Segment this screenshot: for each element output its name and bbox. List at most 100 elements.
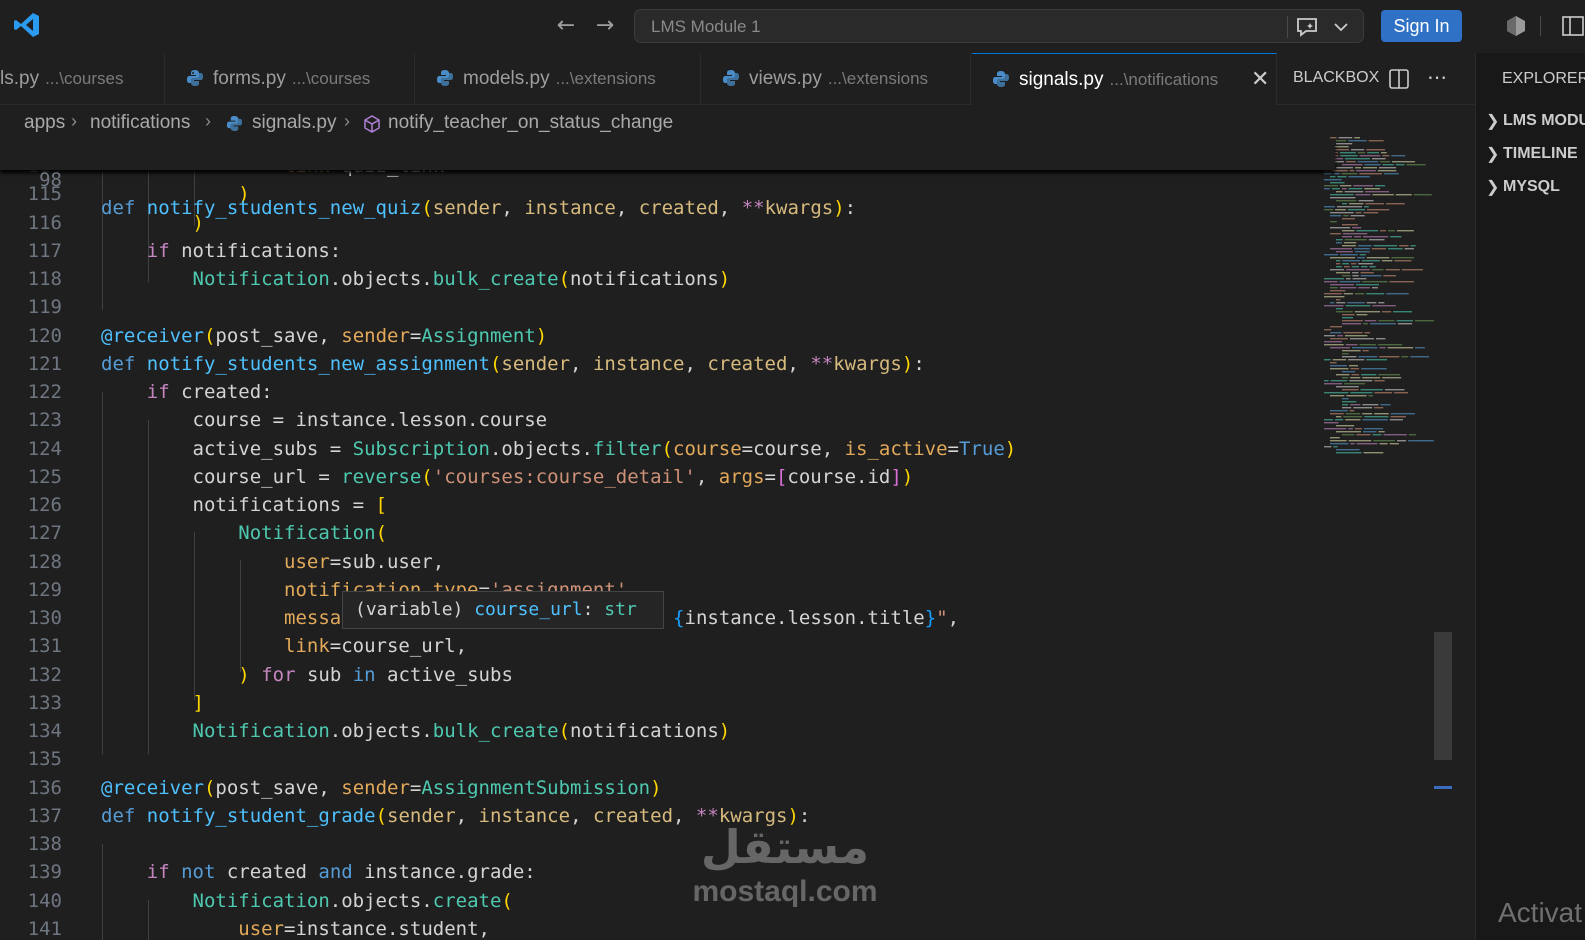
scrollbar-thumb[interactable] [1434, 632, 1452, 760]
minimap-line [1382, 155, 1390, 157]
chevron-down-icon[interactable] [1329, 16, 1353, 38]
minimap-line [1401, 356, 1409, 358]
minimap-line [1330, 443, 1349, 445]
minimap-line [1336, 191, 1343, 193]
watermark-latin: mostaql.com [692, 875, 878, 908]
minimap-line [1324, 293, 1342, 295]
minimap[interactable] [1320, 135, 1440, 465]
tab-path: ...\courses [291, 69, 371, 88]
line-number: 140 [27, 889, 62, 912]
tab-views-py[interactable]: views.py ...\extensions [702, 53, 971, 105]
minimap-line [1330, 257, 1356, 259]
extension-cube-icon[interactable] [1504, 14, 1528, 38]
minimap-line [1352, 272, 1359, 274]
code-line: 131 link=course_url, [0, 632, 1340, 660]
minimap-line [1367, 209, 1390, 211]
minimap-line [1343, 332, 1363, 334]
minimap-line [1390, 236, 1402, 238]
watermark-arabic: مستقل [700, 820, 870, 874]
breadcrumb-item-notifications[interactable]: notifications [90, 112, 190, 134]
minimap-line [1347, 302, 1365, 304]
tab-forms-py[interactable]: forms.py ...\courses [166, 53, 415, 105]
back-arrow-icon[interactable]: ← [554, 14, 578, 38]
minimap-line [1337, 335, 1343, 337]
minimap-line [1344, 191, 1364, 193]
minimap-line [1347, 209, 1366, 211]
minimap-line [1378, 344, 1403, 346]
minimap-line [1373, 245, 1398, 247]
titlebar-divider [1540, 16, 1541, 36]
hover-tooltip: (variable) course_url: str [342, 591, 664, 629]
command-center-search[interactable]: LMS Module 1 [634, 9, 1364, 43]
minimap-line [1413, 194, 1432, 196]
minimap-line [1340, 155, 1358, 157]
code-text: Notification.objects.bulk_create(notific… [192, 720, 731, 742]
copilot-chat-icon[interactable] [1295, 16, 1319, 38]
minimap-line [1342, 353, 1349, 355]
minimap-line [1386, 293, 1409, 295]
minimap-line [1349, 338, 1374, 340]
tab-models-py[interactable]: models.py ...\extensions [416, 53, 701, 105]
minimap-line [1324, 209, 1334, 211]
layout-toggle-icon[interactable] [1561, 14, 1585, 38]
explorer-section-mysql[interactable]: ❯ MYSQL [1476, 171, 1585, 203]
sign-in-button[interactable]: Sign In [1381, 10, 1462, 42]
tab-urls-py[interactable]: ls.py ...\courses [0, 53, 165, 105]
minimap-line [1378, 374, 1400, 376]
minimap-line [1392, 161, 1415, 163]
close-tab-icon[interactable]: ✕ [1251, 66, 1269, 92]
minimap-line [1324, 344, 1344, 346]
breadcrumb-chevron-icon: › [344, 111, 350, 131]
more-actions-icon[interactable]: ⋯ [1425, 67, 1449, 91]
minimap-line [1324, 335, 1336, 337]
chevron-right-icon: ❯ [1486, 179, 1500, 196]
explorer-section-lms-module[interactable]: ❯ LMS MODU [1476, 105, 1585, 137]
forward-arrow-icon[interactable]: → [593, 14, 617, 38]
minimap-line [1342, 404, 1349, 406]
line-number: 118 [27, 268, 62, 290]
breadcrumb-item-apps[interactable]: apps [24, 112, 65, 134]
minimap-line [1330, 284, 1354, 286]
minimap-line [1397, 440, 1407, 442]
breadcrumb-item-file[interactable]: signals.py [252, 112, 337, 134]
minimap-line [1372, 434, 1382, 436]
line-number: 124 [27, 437, 62, 460]
tab-signals-py[interactable]: signals.py ...\notifications ✕ [972, 53, 1277, 105]
minimap-line [1385, 203, 1405, 205]
minimap-line [1383, 173, 1399, 175]
tab-filename: views.py [749, 68, 822, 89]
minimap-line [1342, 263, 1349, 265]
sticky-scroll-header[interactable]: 98 def notify_students_new_quiz(sender, … [0, 142, 1335, 219]
explorer-section-timeline[interactable]: ❯ TIMELINE [1476, 138, 1585, 170]
minimap-line [1368, 395, 1374, 397]
minimap-line [1366, 302, 1377, 304]
blackbox-label[interactable]: BLACKBOX [1293, 69, 1379, 87]
minimap-line [1336, 200, 1357, 202]
breadcrumb: apps › notifications › signals.py › noti… [0, 106, 1335, 142]
minimap-line [1324, 383, 1343, 385]
minimap-line [1352, 227, 1362, 229]
minimap-line [1339, 185, 1352, 187]
breadcrumb-item-symbol[interactable]: notify_teacher_on_status_change [388, 112, 673, 134]
code-line: 140 Notification.objects.create( [0, 887, 1340, 915]
code-text: def notify_students_new_assignment(sende… [101, 352, 925, 375]
minimap-line [1382, 164, 1394, 166]
minimap-line [1352, 275, 1359, 277]
line-number: 122 [27, 381, 62, 403]
split-editor-icon[interactable] [1387, 67, 1411, 91]
minimap-line [1354, 137, 1361, 139]
code-text: ) for sub in active_subs [238, 663, 513, 686]
minimap-line [1390, 416, 1406, 418]
minimap-line [1348, 428, 1353, 430]
minimap-line [1338, 137, 1353, 139]
minimap-line [1379, 443, 1388, 445]
minimap-line [1330, 182, 1345, 184]
minimap-line [1336, 167, 1354, 169]
minimap-line [1343, 215, 1349, 217]
minimap-line [1330, 221, 1337, 223]
minimap-line [1361, 368, 1387, 370]
minimap-line [1336, 251, 1353, 253]
minimap-line [1360, 389, 1383, 391]
minimap-line [1350, 404, 1361, 406]
minimap-line [1351, 374, 1360, 376]
